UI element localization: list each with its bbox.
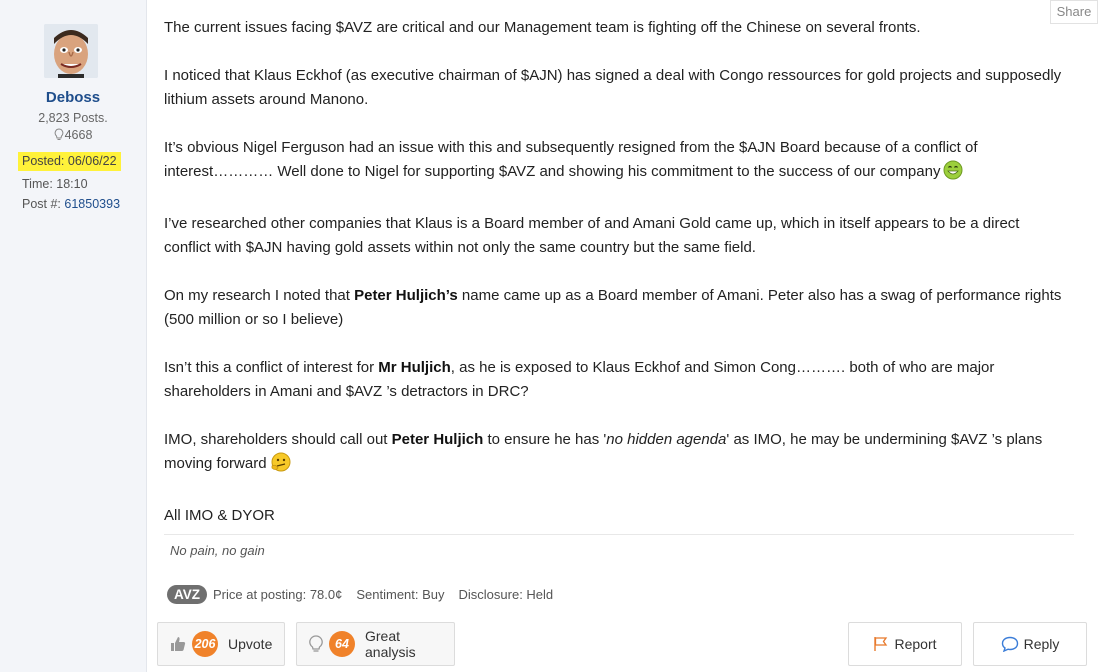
paragraph-text: Isn’t this a conflict of interest for <box>164 359 379 376</box>
bold-name: Peter Huljich’s <box>354 287 458 304</box>
paragraph: I noticed that Klaus Eckhof (as executiv… <box>164 67 1062 108</box>
signature: No pain, no gain <box>170 543 265 558</box>
upvote-count: 206 <box>192 631 218 657</box>
sentiment: Sentiment: Buy <box>356 586 445 602</box>
great-analysis-label: Great analysis <box>365 628 416 660</box>
paragraph: It’s obvious Nigel Ferguson had an issue… <box>164 136 1064 188</box>
posted-date: Posted: 06/06/22 <box>18 152 121 171</box>
author-name[interactable]: Deboss <box>0 89 146 106</box>
author-sidebar: Deboss 2,823 Posts. 4668 Posted: 06/06/2… <box>0 0 147 672</box>
italic-text: no hidden agenda <box>606 431 727 448</box>
stock-info: AVZ Price at posting: 78.0¢ Sentiment: B… <box>167 583 567 605</box>
bold-name: Mr Huljich <box>378 359 451 376</box>
upvote-label: Upvote <box>228 636 273 652</box>
paragraph: The current issues facing $AVZ are criti… <box>164 19 921 36</box>
likes-value: 4668 <box>64 128 93 142</box>
paragraph: Isn’t this a conflict of interest for Mr… <box>164 356 1064 404</box>
post-number: Post #: 61850393 <box>22 197 120 211</box>
post-number-link[interactable]: 61850393 <box>64 197 120 211</box>
great-analysis-count: 64 <box>329 631 355 657</box>
avatar[interactable] <box>44 24 98 78</box>
report-label: Report <box>894 636 937 652</box>
forum-post: Deboss 2,823 Posts. 4668 Posted: 06/06/2… <box>0 0 1098 672</box>
lightbulb-icon <box>309 635 323 653</box>
paragraph-text: IMO, shareholders should call out <box>164 431 392 448</box>
post-body: The current issues facing $AVZ are criti… <box>164 16 1064 552</box>
paragraph-text: to ensure he has ' <box>483 431 607 448</box>
report-button[interactable]: Report <box>848 622 962 666</box>
upvote-button[interactable]: 206 Upvote <box>157 622 285 666</box>
paragraph: All IMO & DYOR <box>164 507 275 524</box>
price-at-posting: Price at posting: 78.0¢ <box>213 586 343 602</box>
grin-emoji-icon <box>943 160 963 188</box>
paragraph-text: On my research I noted that <box>164 287 355 304</box>
thumbs-up-icon <box>170 636 186 652</box>
disclosure: Disclosure: Held <box>458 586 554 602</box>
reply-label: Reply <box>1023 636 1060 652</box>
bold-name: Peter Huljich <box>391 431 484 448</box>
flag-icon <box>873 636 889 652</box>
post-count: 2,823 Posts. <box>38 111 108 125</box>
paragraph: I’ve researched other companies that Kla… <box>164 215 1020 256</box>
paragraph: IMO, shareholders should call out Peter … <box>164 428 1064 480</box>
speech-bubble-icon <box>1001 636 1019 652</box>
great-analysis-button[interactable]: 64 Great analysis <box>296 622 455 666</box>
paragraph: On my research I noted that Peter Huljic… <box>164 284 1064 332</box>
thinking-emoji-icon <box>270 452 292 480</box>
reply-button[interactable]: Reply <box>973 622 1087 666</box>
likes-received: 4668 <box>0 128 146 142</box>
signature-divider <box>164 534 1074 535</box>
post-number-label: Post #: <box>22 197 61 211</box>
paragraph-text: It’s obvious Nigel Ferguson had an issue… <box>164 139 978 180</box>
ticker-badge[interactable]: AVZ <box>167 584 207 604</box>
posted-time: Time: 18:10 <box>22 177 88 191</box>
lightbulb-icon <box>54 128 63 140</box>
